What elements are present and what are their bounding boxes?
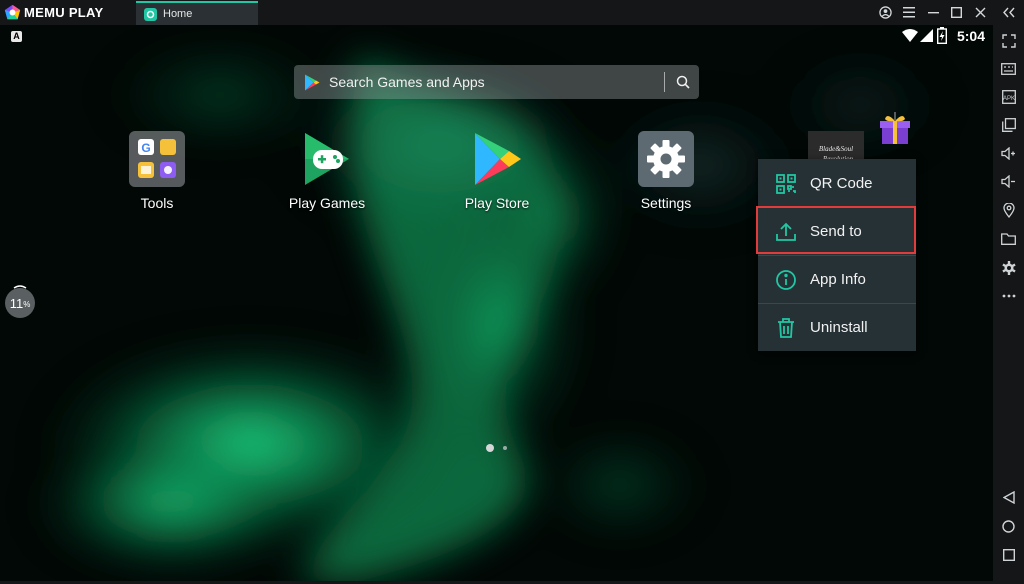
app-label-play-store: Play Store	[464, 195, 530, 211]
send-to-highlight-box	[756, 206, 916, 254]
play-games-icon	[299, 131, 355, 187]
qr-code-icon	[772, 170, 800, 198]
menu-item-app-info[interactable]: App Info	[758, 256, 916, 303]
back-button[interactable]	[996, 486, 1021, 508]
volume-down-icon	[1001, 174, 1015, 188]
user-icon	[878, 6, 892, 19]
progress-indicator[interactable]: 11%	[5, 285, 35, 318]
account-button[interactable]	[874, 0, 896, 25]
home-icon	[1002, 519, 1015, 533]
svg-text:G: G	[141, 141, 150, 155]
play-store-small-icon	[305, 74, 320, 91]
app-logo: MEMU PLAY	[4, 4, 104, 21]
multi-instance-button[interactable]	[996, 114, 1021, 136]
close-button[interactable]	[969, 0, 991, 25]
gear-icon	[1001, 261, 1016, 275]
more-button[interactable]	[996, 285, 1021, 307]
fullscreen-button[interactable]	[996, 30, 1021, 52]
brand-name: MEMU PLAY	[24, 5, 104, 20]
maximize-button[interactable]	[945, 0, 967, 25]
signal-icon	[920, 29, 933, 42]
memu-logo-icon	[4, 4, 21, 20]
app-label-tools: Tools	[140, 195, 174, 211]
tab-home[interactable]: Home	[136, 1, 258, 25]
menu-item-uninstall[interactable]: Uninstall	[758, 304, 916, 351]
tools-folder-icon: G	[129, 131, 185, 187]
right-toolbar: APK	[993, 25, 1024, 584]
minimize-icon	[927, 12, 939, 14]
menu-button[interactable]	[898, 0, 920, 25]
maximize-icon	[950, 7, 962, 18]
battery-charging-icon	[937, 27, 947, 44]
menu-item-label: QR Code	[810, 175, 873, 192]
folder-icon	[1001, 233, 1016, 245]
status-clock: 5:04	[956, 28, 985, 44]
menu-item-label: Uninstall	[810, 319, 868, 336]
collapse-toolbar-button[interactable]	[998, 0, 1020, 25]
search-input[interactable]: Search Games and Apps	[329, 74, 485, 90]
volume-up-button[interactable]	[996, 142, 1021, 164]
search-divider	[664, 72, 665, 92]
progress-arc	[13, 285, 27, 289]
recents-button[interactable]	[996, 544, 1021, 566]
more-icon	[1002, 294, 1015, 298]
memu-window: MEMU PLAY Home A 5:04 Search Games and A…	[0, 0, 1024, 584]
app-context-menu: QR Code Send to App Info Uninstall	[758, 159, 916, 351]
info-icon	[772, 266, 800, 294]
progress-value: 11	[9, 295, 24, 311]
multi-window-icon	[1001, 118, 1016, 132]
status-bar: A 5:04	[0, 25, 993, 49]
minimize-button[interactable]	[922, 0, 944, 25]
app-label-settings: Settings	[640, 195, 692, 211]
location-icon	[1002, 202, 1015, 218]
keyboard-icon	[1001, 63, 1016, 75]
app-label-play-games: Play Games	[288, 195, 366, 211]
keyboard-indicator: A	[11, 31, 22, 42]
back-icon	[1002, 490, 1015, 504]
volume-down-button[interactable]	[996, 170, 1021, 192]
svg-text:Blade&Soul: Blade&Soul	[819, 145, 853, 153]
collapse-icon	[1003, 7, 1015, 18]
volume-up-icon	[1001, 146, 1015, 160]
play-store-icon	[469, 131, 525, 187]
trash-icon	[772, 314, 800, 342]
app-play-store[interactable]: Play Store	[442, 131, 552, 211]
keyboard-mapping-button[interactable]	[996, 58, 1021, 80]
settings-button[interactable]	[996, 257, 1021, 279]
svg-text:APK: APK	[1002, 96, 1014, 102]
recents-icon	[1002, 549, 1015, 561]
shared-folder-button[interactable]	[996, 228, 1021, 250]
home-button[interactable]	[996, 515, 1021, 537]
home-tab-icon	[144, 7, 157, 21]
menu-item-label: App Info	[810, 271, 866, 288]
location-button[interactable]	[996, 199, 1021, 221]
app-tools[interactable]: G Tools	[102, 131, 212, 211]
app-settings[interactable]: Settings	[611, 131, 721, 211]
menu-item-qr-code[interactable]: QR Code	[758, 160, 916, 207]
search-bar[interactable]: Search Games and Apps	[294, 65, 699, 99]
app-play-games[interactable]: Play Games	[272, 131, 382, 211]
title-bar: MEMU PLAY Home	[0, 0, 1024, 26]
progress-unit: %	[23, 300, 31, 309]
apk-icon: APK	[1001, 90, 1016, 104]
tab-label: Home	[163, 8, 193, 20]
settings-gear-icon	[638, 131, 694, 187]
fullscreen-icon	[1001, 34, 1016, 48]
close-icon	[975, 7, 985, 18]
search-icon[interactable]	[676, 75, 690, 89]
page-indicator[interactable]	[503, 446, 507, 450]
page-indicator-active[interactable]	[486, 444, 494, 452]
hamburger-icon	[903, 7, 915, 18]
apk-install-button[interactable]: APK	[996, 86, 1021, 108]
wifi-icon	[902, 29, 918, 42]
